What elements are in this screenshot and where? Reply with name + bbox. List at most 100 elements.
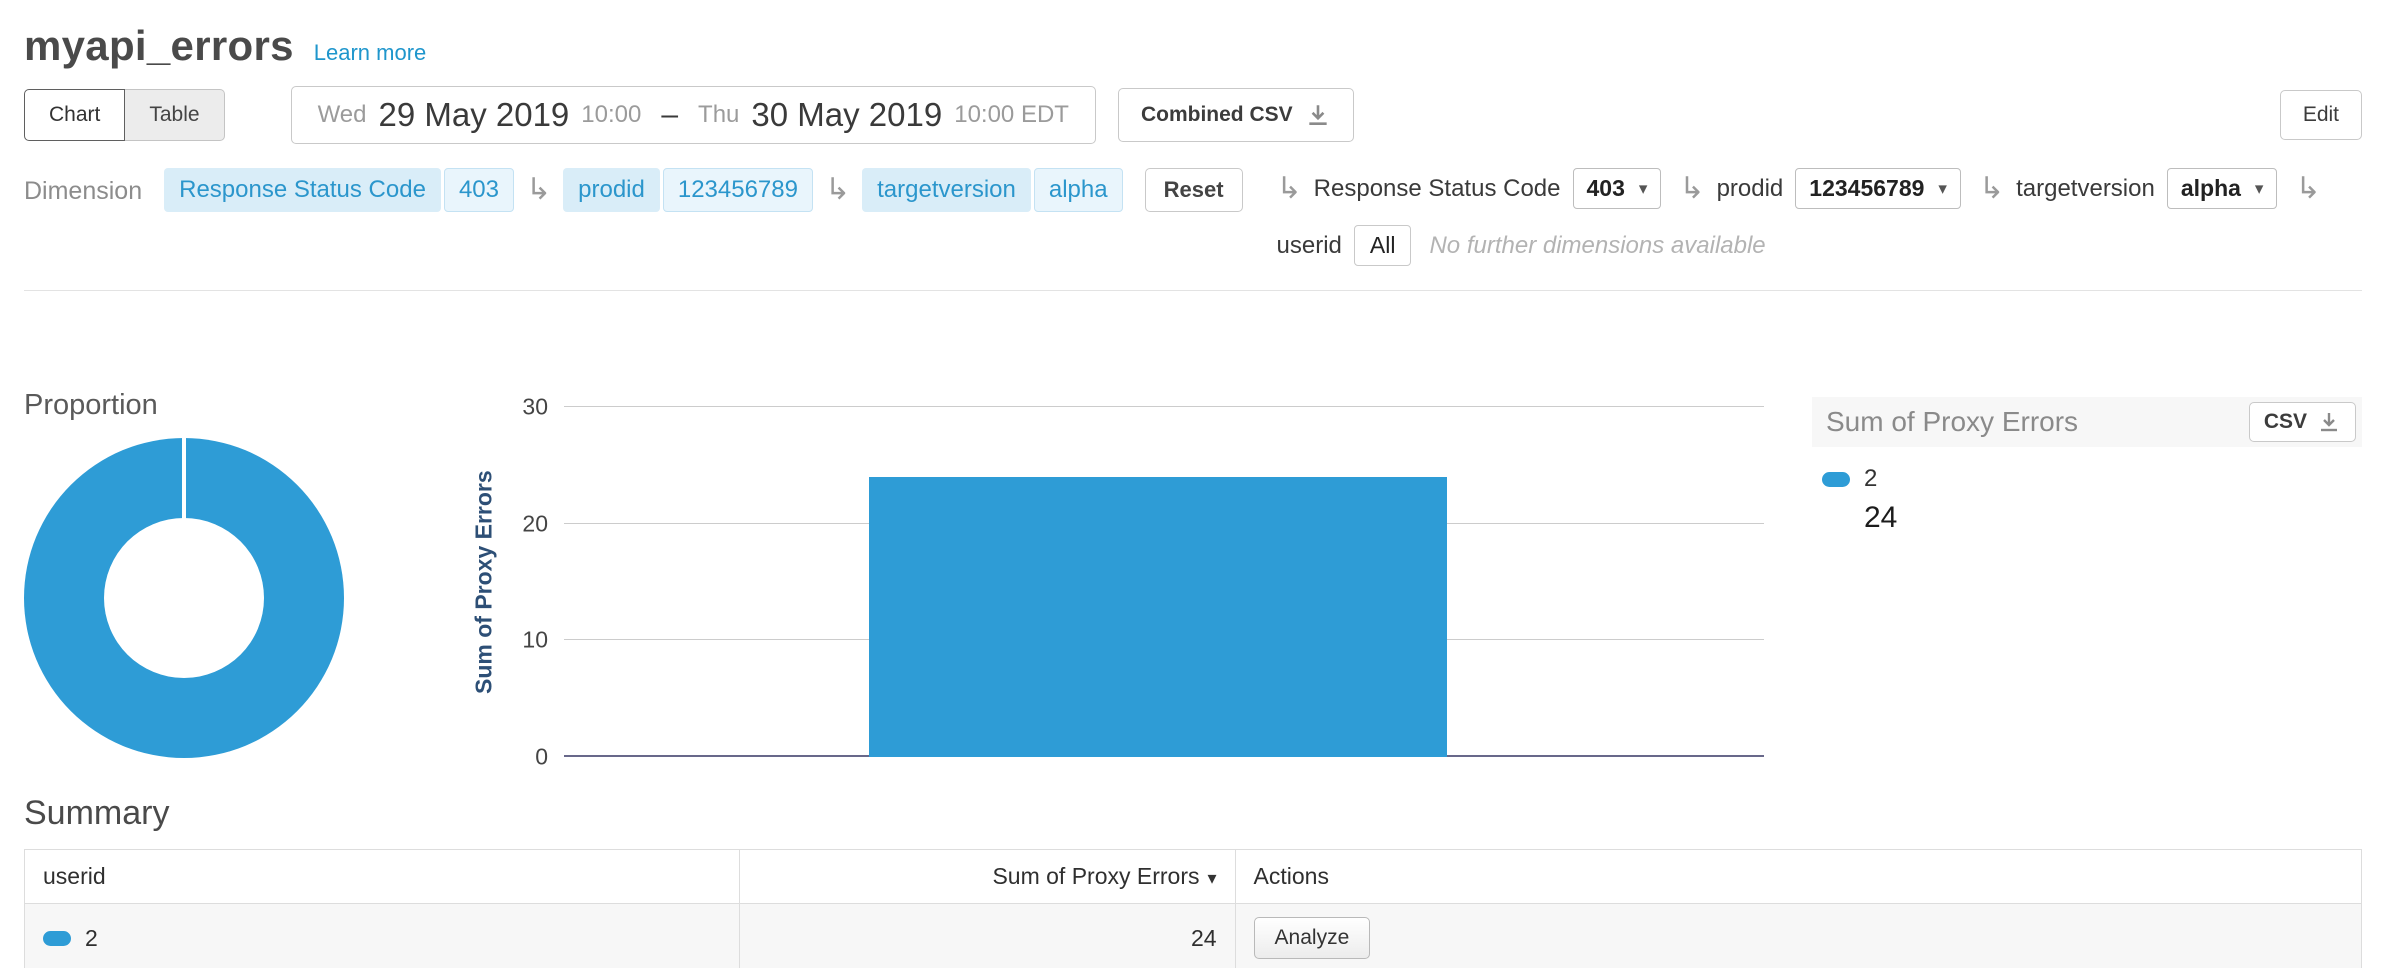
csv-button[interactable]: CSV bbox=[2249, 402, 2356, 442]
edit-button[interactable]: Edit bbox=[2280, 90, 2362, 140]
breadcrumb-chip-targetversion[interactable]: targetversion alpha bbox=[862, 168, 1122, 212]
caret-down-icon: ▾ bbox=[1639, 179, 1648, 199]
learn-more-link[interactable]: Learn more bbox=[314, 40, 427, 66]
selector-name: targetversion bbox=[2016, 175, 2155, 203]
proportion-label: Proportion bbox=[24, 389, 424, 422]
analyze-button[interactable]: Analyze bbox=[1254, 917, 1371, 959]
donut-chart[interactable] bbox=[24, 438, 344, 758]
chip-name: targetversion bbox=[862, 168, 1031, 212]
series-swatch bbox=[43, 931, 71, 946]
combined-csv-button[interactable]: Combined CSV bbox=[1118, 88, 1354, 142]
csv-label: CSV bbox=[2264, 410, 2307, 434]
selector-dropdown-response-status-code[interactable]: 403 ▾ bbox=[1573, 168, 1662, 209]
proportion-panel: Proportion bbox=[24, 389, 424, 758]
column-header-sum-of-proxy-errors[interactable]: Sum of Proxy Errors ▾ bbox=[740, 850, 1235, 904]
y-axis-title: Sum of Proxy Errors bbox=[464, 407, 504, 757]
page-title: myapi_errors bbox=[24, 22, 294, 70]
bar-plot bbox=[564, 407, 1764, 757]
combined-csv-label: Combined CSV bbox=[1141, 103, 1293, 127]
download-icon bbox=[1305, 102, 1331, 128]
drilldown-arrow-icon: ↳ bbox=[1979, 174, 2004, 204]
bar-chart: Sum of Proxy Errors 0102030 bbox=[464, 407, 1764, 757]
summary-table: userid Sum of Proxy Errors ▾ Actions 2 24… bbox=[24, 849, 2362, 968]
start-time: 10:00 bbox=[581, 101, 641, 129]
caret-down-icon: ▾ bbox=[2255, 179, 2264, 199]
charts-row: Proportion Sum of Proxy Errors 0102030 S… bbox=[24, 389, 2362, 758]
selector-name: prodid bbox=[1717, 175, 1784, 203]
y-tick-label: 10 bbox=[522, 627, 548, 654]
selector-dropdown-userid[interactable]: All bbox=[1354, 225, 1412, 266]
y-axis-ticks: 0102030 bbox=[504, 407, 564, 757]
selector-name: userid bbox=[1277, 232, 1342, 260]
breadcrumb-chip-response-status-code[interactable]: Response Status Code 403 bbox=[164, 168, 514, 212]
selector-prodid: ↳ prodid 123456789 ▾ bbox=[1679, 168, 1961, 209]
end-time: 10:00 EDT bbox=[954, 101, 1069, 129]
chip-value: 123456789 bbox=[663, 168, 813, 212]
column-header-label: Sum of Proxy Errors bbox=[992, 863, 1199, 889]
drilldown-arrow-icon: ↳ bbox=[825, 175, 850, 205]
y-tick-label: 0 bbox=[535, 744, 548, 771]
chip-name: Response Status Code bbox=[164, 168, 441, 212]
dimension-bar: Dimension Response Status Code 403 ↳ pro… bbox=[24, 168, 2362, 266]
selector-value: 123456789 bbox=[1809, 175, 1924, 202]
cell-actions: Analyze bbox=[1235, 904, 2361, 968]
legend-title: Sum of Proxy Errors bbox=[1826, 406, 2078, 438]
sort-desc-icon: ▾ bbox=[1208, 868, 1217, 888]
report-page: myapi_errors Learn more Chart Table Wed … bbox=[0, 0, 2386, 968]
drilldown-arrow-icon: ↳ bbox=[1679, 174, 1704, 204]
view-toggle: Chart Table bbox=[24, 89, 225, 141]
start-date: 29 May 2019 bbox=[378, 96, 569, 134]
column-header-userid: userid bbox=[25, 850, 740, 904]
selector-response-status-code: ↳ Response Status Code 403 ▾ bbox=[1277, 168, 1662, 209]
chip-value: alpha bbox=[1034, 168, 1123, 212]
chip-name: prodid bbox=[563, 168, 660, 212]
selector-name: Response Status Code bbox=[1314, 175, 1561, 203]
tab-table[interactable]: Table bbox=[125, 89, 224, 141]
drilldown-arrow-icon: ↳ bbox=[1277, 174, 1302, 204]
summary-header-row: userid Sum of Proxy Errors ▾ Actions bbox=[25, 850, 2362, 904]
legend-item-value: 24 bbox=[1864, 501, 2362, 535]
legend-item-label: 2 bbox=[1864, 465, 1877, 493]
chip-value: 403 bbox=[444, 168, 514, 212]
selector-value: alpha bbox=[2181, 175, 2241, 202]
no-further-dimensions-note: No further dimensions available bbox=[1429, 232, 1765, 260]
date-range-separator: – bbox=[661, 98, 678, 132]
selector-targetversion: ↳ targetversion alpha ▾ bbox=[1979, 168, 2278, 209]
dimension-label: Dimension bbox=[24, 168, 142, 206]
selector-row-1: ↳ Response Status Code 403 ▾ ↳ prodid 12… bbox=[1277, 168, 2321, 209]
tab-chart[interactable]: Chart bbox=[24, 89, 125, 141]
start-day: Wed bbox=[318, 101, 367, 129]
selector-value: 403 bbox=[1587, 175, 1625, 202]
date-range-picker[interactable]: Wed 29 May 2019 10:00 – Thu 30 May 2019 … bbox=[291, 86, 1096, 144]
summary-heading: Summary bbox=[24, 794, 2362, 833]
cell-userid: 2 bbox=[25, 904, 740, 968]
legend-swatch bbox=[1822, 472, 1850, 487]
selector-row-2: userid All No further dimensions availab… bbox=[1277, 225, 2321, 266]
toolbar: Chart Table Wed 29 May 2019 10:00 – Thu … bbox=[24, 86, 2362, 144]
download-icon bbox=[2317, 410, 2341, 434]
breadcrumb-chip-prodid[interactable]: prodid 123456789 bbox=[563, 168, 813, 212]
y-tick-label: 20 bbox=[522, 510, 548, 537]
legend-item[interactable]: 2 bbox=[1822, 465, 2362, 493]
legend-panel: Sum of Proxy Errors CSV 2 24 bbox=[1812, 397, 2362, 535]
selector-dropdown-targetversion[interactable]: alpha ▾ bbox=[2167, 168, 2278, 209]
drilldown-arrow-icon: ↳ bbox=[526, 175, 551, 205]
selector-userid: userid All bbox=[1277, 225, 1412, 266]
cell-sum-of-proxy-errors: 24 bbox=[740, 904, 1235, 968]
end-date: 30 May 2019 bbox=[751, 96, 942, 134]
drilldown-arrow-icon: ↳ bbox=[2295, 174, 2320, 204]
dimension-selectors: ↳ Response Status Code 403 ▾ ↳ prodid 12… bbox=[1277, 168, 2321, 266]
donut-slice-seam bbox=[182, 438, 186, 520]
table-row: 2 24 Analyze bbox=[25, 904, 2362, 968]
end-day: Thu bbox=[698, 101, 739, 129]
dimension-breadcrumbs: Response Status Code 403 ↳ prodid 123456… bbox=[164, 168, 1123, 212]
edit-label: Edit bbox=[2303, 103, 2339, 127]
caret-down-icon: ▾ bbox=[1938, 179, 1947, 199]
section-divider bbox=[24, 290, 2362, 291]
header: myapi_errors Learn more bbox=[24, 22, 2362, 70]
column-header-actions: Actions bbox=[1235, 850, 2361, 904]
bar-proxy-errors[interactable] bbox=[869, 477, 1447, 757]
userid-value: 2 bbox=[85, 925, 98, 952]
reset-button[interactable]: Reset bbox=[1145, 168, 1243, 212]
selector-dropdown-prodid[interactable]: 123456789 ▾ bbox=[1795, 168, 1961, 209]
